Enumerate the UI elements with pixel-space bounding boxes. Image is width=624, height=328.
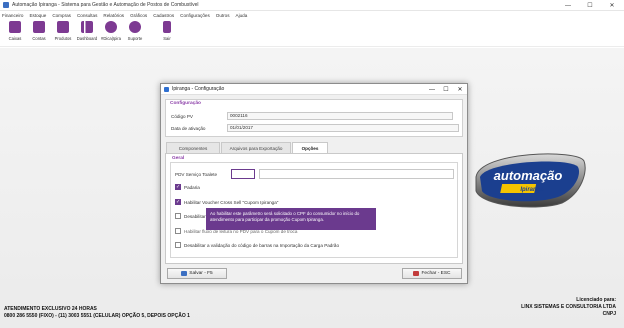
license-line-1: Licenciado para: <box>576 297 616 303</box>
geral-group-title: Geral <box>172 156 185 161</box>
toolbar-dica-button[interactable]: #Dica|Ipira <box>99 19 123 46</box>
codigo-pv-label: Código PV <box>171 114 193 119</box>
save-button[interactable]: Salvar - F5 <box>167 268 227 279</box>
toolbar-sair-button[interactable]: Sair <box>155 19 179 46</box>
codigo-barras-label: Desabilitar a validação do código de bar… <box>184 243 340 248</box>
window-titlebar: Automação Ipiranga - Sistema para Gestão… <box>0 0 624 11</box>
menu-graficos[interactable]: Gráficos <box>130 13 147 18</box>
menu-outros[interactable]: Outros <box>216 13 230 18</box>
padaria-label: Padaria <box>184 185 200 190</box>
svg-text:automação: automação <box>494 168 563 183</box>
window-title: Automação Ipiranga - Sistema para Gestão… <box>12 2 199 8</box>
pdv-toalete-label: PDV Serviço Toalete <box>175 172 218 177</box>
voucher-cross-sell-label: Habilitar Voucher Cross Sell "Cupom Ipir… <box>184 200 279 205</box>
data-ativacao-field[interactable]: 01/01/2017 <box>227 124 459 132</box>
dialog-title: Ipiranga - Configuração <box>172 86 225 92</box>
support-icon <box>129 21 141 33</box>
save-label: Salvar - F5 <box>189 271 213 276</box>
voucher-tooltip: Ao habilitar este parâmetro será solicit… <box>206 208 376 230</box>
toolbar-produtos-button[interactable]: Produtos <box>51 19 75 46</box>
support-info: ATENDIMENTO EXCLUSIVO 24 HORAS 0800 286 … <box>4 306 190 320</box>
close-button[interactable]: ✕ <box>602 0 622 11</box>
dialog-icon <box>164 86 169 92</box>
toolbar-label: Sair <box>163 36 171 41</box>
menu-consultas[interactable]: Consultas <box>77 13 97 18</box>
option-3-label: Desabilitar <box>184 214 206 219</box>
menu-ajuda[interactable]: Ajuda <box>236 13 248 18</box>
menu-compras[interactable]: Compras <box>52 13 71 18</box>
toolbar-label: Dashboard <box>76 36 98 41</box>
dashboard-icon <box>81 21 93 33</box>
dialog-minimize-button[interactable]: — <box>425 84 439 95</box>
automacao-ipiranga-logo: automação Ipiranga <box>475 153 586 208</box>
toolbar-label: #Dica|Ipira <box>101 36 121 41</box>
close-dialog-button[interactable]: Fechar - ESC <box>402 268 462 279</box>
toolbar-dashboard-button[interactable]: Dashboard <box>75 19 99 46</box>
menu-relatorios[interactable]: Relatórios <box>103 13 124 18</box>
padaria-checkbox[interactable] <box>175 184 181 190</box>
cash-register-icon <box>9 21 21 33</box>
menu-financeiro[interactable]: Financeiro <box>2 13 23 18</box>
menu-configuracoes[interactable]: Configurações <box>180 13 210 18</box>
accounts-icon <box>33 21 45 33</box>
codigo-pv-field[interactable]: 0002116 <box>227 112 453 120</box>
toolbar-label: Produtos <box>54 36 72 41</box>
menu-cadastros[interactable]: Cadastros <box>153 13 174 18</box>
license-line-3: CNPJ <box>602 311 616 317</box>
svg-text:Ipiranga: Ipiranga <box>520 187 544 193</box>
toolbar-label: Caixas <box>8 36 22 41</box>
toolbar-label: Suporte <box>127 36 143 41</box>
codigo-barras-checkbox[interactable] <box>175 242 181 248</box>
menu-estoque[interactable]: Estoque <box>29 13 46 18</box>
license-line-2: LINX SISTEMAS E CONSULTORIA LTDA <box>521 304 616 310</box>
dialog-close-button[interactable]: ✕ <box>453 84 467 95</box>
voucher-cross-sell-checkbox[interactable] <box>175 199 181 205</box>
toolbar-suporte-button[interactable]: Suporte <box>123 19 147 46</box>
pdv-description-field[interactable] <box>259 169 454 179</box>
toolbar: Caixas Contas Produtos Dashboard #Dica|I… <box>0 19 624 47</box>
maximize-button[interactable]: ☐ <box>580 0 600 11</box>
minimize-button[interactable]: — <box>558 0 578 11</box>
option-3-checkbox[interactable] <box>175 213 181 219</box>
close-dialog-label: Fechar - ESC <box>421 271 451 276</box>
data-ativacao-label: Data de ativação <box>171 126 206 131</box>
toolbar-caixas-button[interactable]: Caixas <box>3 19 27 46</box>
menu-bar: Financeiro Estoque Compras Consultas Rel… <box>0 11 624 19</box>
support-line-2: 0800 286 5550 (FIXO) - (11) 3003 5551 (C… <box>4 313 190 319</box>
support-line-1: ATENDIMENTO EXCLUSIVO 24 HORAS <box>4 306 97 312</box>
save-icon <box>181 271 188 276</box>
toolbar-contas-button[interactable]: Contas <box>27 19 51 46</box>
license-info: Licenciado para: LINX SISTEMAS E CONSULT… <box>521 297 616 318</box>
option-4-checkbox[interactable] <box>175 228 181 234</box>
close-icon <box>413 271 420 276</box>
app-icon <box>3 2 9 8</box>
products-icon <box>57 21 69 33</box>
exit-icon <box>163 21 171 33</box>
dialog-maximize-button[interactable]: ☐ <box>439 84 453 95</box>
config-group-title: Configuração <box>170 101 201 106</box>
toolbar-label: Contas <box>32 36 46 41</box>
dialog-titlebar: Ipiranga - Configuração <box>161 84 467 95</box>
play-icon <box>105 21 117 33</box>
pdv-code-field[interactable] <box>231 169 255 179</box>
